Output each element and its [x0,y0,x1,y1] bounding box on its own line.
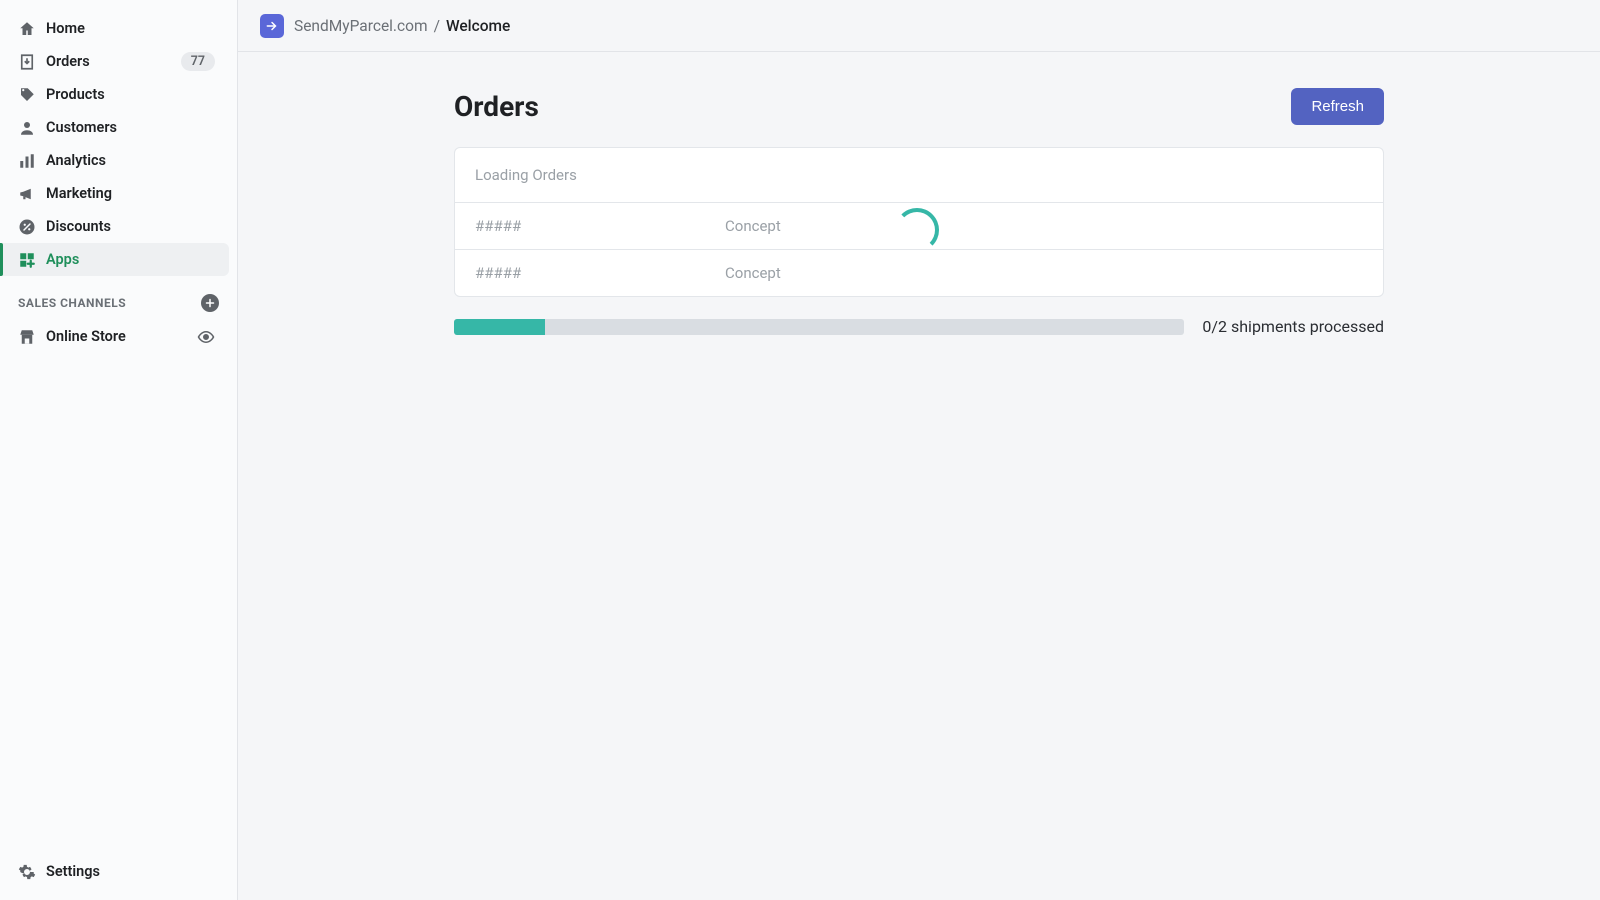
breadcrumb: SendMyParcel.com / Welcome [238,0,1600,52]
sidebar-item-marketing[interactable]: Marketing [0,177,229,210]
sidebar: Home Orders 77 Products Customers Analyt… [0,0,238,900]
refresh-button[interactable]: Refresh [1291,88,1384,125]
breadcrumb-app[interactable]: SendMyParcel.com [294,17,428,35]
sidebar-item-label: Analytics [46,152,106,169]
orders-badge: 77 [181,52,215,71]
progress-text: 0/2 shipments processed [1202,317,1384,336]
progress-bar [454,319,1184,335]
sidebar-item-label: Discounts [46,218,111,235]
add-channel-button[interactable] [201,294,219,312]
sidebar-item-home[interactable]: Home [0,12,229,45]
sidebar-item-label: Home [46,20,85,37]
sidebar-item-label: Settings [46,863,100,880]
order-id: ##### [475,264,725,282]
home-icon [18,20,46,38]
page-title: Orders [454,90,539,123]
gear-icon [18,863,46,881]
breadcrumb-sep: / [434,17,440,35]
sidebar-item-orders[interactable]: Orders 77 [0,45,229,78]
progress-wrap: 0/2 shipments processed [454,317,1384,336]
sidebar-item-discounts[interactable]: Discounts [0,210,229,243]
orders-card: Loading Orders ##### Concept ##### Conce… [454,147,1384,297]
loading-spinner-icon [895,208,939,252]
table-row: ##### Concept [455,250,1383,296]
sidebar-item-customers[interactable]: Customers [0,111,229,144]
sidebar-item-label: Online Store [46,328,126,345]
store-icon [18,328,46,346]
sidebar-item-apps[interactable]: Apps [0,243,229,276]
order-id: ##### [475,217,725,235]
apps-icon [18,251,46,269]
page-header: Orders Refresh [454,88,1384,125]
sidebar-item-label: Orders [46,53,90,70]
orders-loading-text: Loading Orders [455,148,1383,203]
orders-icon [18,53,46,71]
content: Orders Refresh Loading Orders ##### Conc… [238,52,1600,900]
analytics-icon [18,152,46,170]
megaphone-icon [18,185,46,203]
page: Orders Refresh Loading Orders ##### Conc… [454,88,1384,900]
user-icon [18,119,46,137]
sidebar-item-online-store[interactable]: Online Store [0,320,229,353]
app-badge-icon [260,14,284,38]
main: SendMyParcel.com / Welcome Orders Refres… [238,0,1600,900]
sales-channels-label: SALES CHANNELS [18,296,126,310]
view-store-button[interactable] [197,328,215,346]
order-status: Concept [725,217,781,235]
order-status: Concept [725,264,781,282]
sidebar-item-products[interactable]: Products [0,78,229,111]
sidebar-item-label: Customers [46,119,117,136]
breadcrumb-current: Welcome [446,17,510,35]
sidebar-item-label: Apps [46,251,79,268]
discount-icon [18,218,46,236]
sidebar-item-settings[interactable]: Settings [0,855,229,888]
sales-channels-section-title: SALES CHANNELS [0,276,237,320]
sidebar-spacer [0,353,237,855]
tag-icon [18,86,46,104]
sidebar-item-analytics[interactable]: Analytics [0,144,229,177]
sidebar-item-label: Marketing [46,185,112,202]
progress-fill [454,319,545,335]
sidebar-item-label: Products [46,86,105,103]
